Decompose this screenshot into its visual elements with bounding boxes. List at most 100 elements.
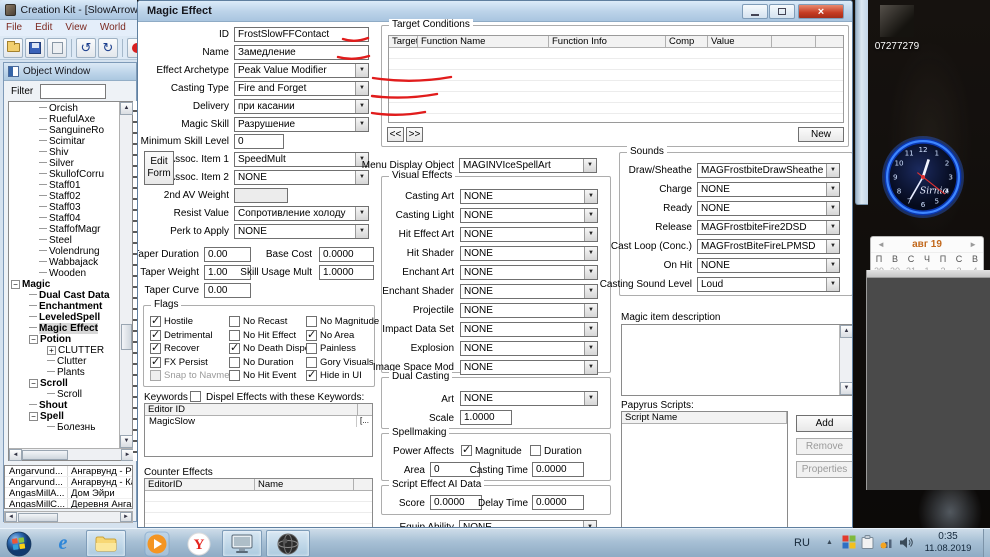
visual-effect-combo[interactable]: NONE▼	[460, 303, 598, 318]
sound-combo[interactable]: Loud▼	[697, 277, 840, 292]
keywords-header[interactable]: Editor ID	[145, 404, 358, 415]
tree-item[interactable]: Magic Effect	[9, 323, 119, 334]
flag-option[interactable]: Painless	[306, 342, 379, 356]
delivery-combo[interactable]: при касании▼	[234, 99, 369, 114]
language-indicator[interactable]: RU	[794, 537, 810, 549]
tree-item[interactable]: Shout	[9, 400, 119, 411]
tree-item[interactable]: SkullofCorru	[9, 169, 119, 180]
sound-combo[interactable]: NONE▼	[697, 258, 840, 273]
filter-input[interactable]	[40, 84, 106, 99]
tree-item[interactable]: LeveledSpell	[9, 312, 119, 323]
taskbar-media-button[interactable]	[138, 530, 176, 557]
tree-item[interactable]: −Potion	[9, 334, 119, 345]
calendar-next-icon[interactable]: ►	[969, 237, 977, 252]
object-list-row[interactable]: AngasMillA...Дом Эйри	[5, 488, 132, 499]
menu-item[interactable]: Edit	[35, 22, 52, 36]
edit-form-button[interactable]: Edit Form	[144, 151, 174, 185]
scroll-down-icon[interactable]: ▼	[840, 382, 853, 395]
taskbar-explorer-button[interactable]	[86, 530, 126, 557]
duration-checkbox[interactable]	[530, 445, 541, 456]
tree-item[interactable]: Orcish	[9, 103, 119, 114]
flag-option[interactable]: Recover	[150, 342, 229, 356]
flag-option[interactable]: No Duration	[229, 356, 306, 370]
add-script-button[interactable]: Add	[796, 415, 853, 432]
scroll-right-icon[interactable]: ►	[120, 512, 132, 522]
tree-horizontal-scrollbar[interactable]: ◄ ►	[9, 448, 134, 460]
object-list-row[interactable]: Angarvund...Ангарвунд - Рун	[5, 466, 132, 477]
tree-item[interactable]: Enchantment	[9, 301, 119, 312]
tree-item[interactable]: Staff03	[9, 202, 119, 213]
minimize-button[interactable]	[742, 4, 768, 19]
sound-combo[interactable]: NONE▼	[697, 182, 840, 197]
tree-item[interactable]: −Magic	[9, 279, 119, 290]
object-list-row[interactable]: AngasMillC...Деревня Анга -	[5, 499, 132, 509]
skill-usage-input[interactable]: 1.0000	[319, 265, 374, 280]
show-hidden-icons-icon[interactable]: ▲	[826, 539, 833, 546]
dual-scale-input[interactable]: 1.0000	[460, 410, 512, 425]
flag-option[interactable]: No Death Dispel	[229, 342, 306, 356]
tree-expander-icon[interactable]: −	[11, 280, 20, 289]
tree-item[interactable]: SanguineRo	[9, 125, 119, 136]
volume-tray-icon[interactable]	[899, 536, 913, 549]
tree-item[interactable]: Clutter	[9, 356, 119, 367]
assoc-item2-combo[interactable]: NONE▼	[234, 170, 369, 185]
menu-item[interactable]: View	[65, 22, 87, 36]
condition-column-header[interactable]	[816, 36, 843, 47]
name-input[interactable]: Замедление	[234, 45, 369, 60]
assoc-item1-combo[interactable]: SpeedMult▼	[234, 152, 369, 167]
open-button[interactable]	[3, 38, 23, 58]
scroll-down-icon[interactable]: ▼	[120, 435, 133, 448]
condition-column-header[interactable]: Function Info	[549, 36, 666, 47]
condition-column-header[interactable]: Function Name	[418, 36, 549, 47]
tree-expander-icon[interactable]: −	[29, 335, 38, 344]
scrollbar-thumb[interactable]	[121, 324, 132, 350]
visual-effect-combo[interactable]: NONE▼	[460, 265, 598, 280]
score-input[interactable]: 0.0000	[430, 495, 482, 510]
scrollbar-thumb[interactable]	[22, 450, 68, 460]
flag-option[interactable]: Gory Visuals	[306, 356, 379, 370]
dispel-checkbox[interactable]	[190, 391, 201, 402]
tree-item[interactable]: Steel	[9, 235, 119, 246]
menu-display-combo[interactable]: MAGINVIceSpellArt▼	[459, 158, 597, 173]
tree-item[interactable]: Staff02	[9, 191, 119, 202]
flag-option[interactable]: Snap to Navmesh	[150, 369, 229, 383]
scroll-left-icon[interactable]: ◄	[9, 449, 22, 461]
tree-expander-icon[interactable]: −	[29, 412, 38, 421]
taskbar-ie-button[interactable]: e	[44, 530, 82, 557]
flag-option[interactable]: Hostile	[150, 315, 229, 329]
tree-item[interactable]: Scroll	[9, 389, 119, 400]
taskbar-yandex-button[interactable]: Y	[180, 530, 218, 557]
object-window-titlebar[interactable]: Object Window	[4, 63, 136, 81]
tree-item[interactable]: Shiv	[9, 147, 119, 158]
tree-expander-icon[interactable]: −	[29, 379, 38, 388]
desktop-icon-thumbnail[interactable]	[880, 5, 914, 37]
description-textarea[interactable]: ▲ ▼	[621, 324, 853, 396]
ck-titlebar[interactable]: Creation Kit - [SlowArrow.esp	[0, 0, 137, 20]
dialog-titlebar[interactable]: Magic Effect ×	[138, 1, 852, 22]
tree-item[interactable]: Wooden	[9, 268, 119, 279]
visual-effect-combo[interactable]: NONE▼	[460, 246, 598, 261]
tree-item[interactable]: Staff04	[9, 213, 119, 224]
perk-combo[interactable]: NONE▼	[234, 224, 369, 239]
condition-column-header[interactable]: Value	[708, 36, 772, 47]
antivirus-tray-icon[interactable]	[842, 535, 856, 549]
id-input[interactable]: FrostSlowFFContact	[234, 27, 369, 42]
visual-effect-combo[interactable]: NONE▼	[460, 208, 598, 223]
delay-time-input[interactable]: 0.0000	[532, 495, 584, 510]
gray-window-titlebar[interactable]	[867, 270, 990, 278]
details-button[interactable]	[47, 38, 67, 58]
scroll-left-icon[interactable]: ◄	[5, 512, 17, 522]
redo-button[interactable]: ↻	[98, 38, 118, 58]
start-button[interactable]	[4, 530, 34, 557]
casting-type-combo[interactable]: Fire and Forget▼	[234, 81, 369, 96]
condition-column-header[interactable]	[772, 36, 816, 47]
magnitude-checkbox[interactable]	[461, 445, 472, 456]
base-cost-input[interactable]: 0.0000	[319, 247, 374, 262]
flag-option[interactable]: Hide in UI	[306, 369, 379, 383]
tree-item[interactable]: Scimitar	[9, 136, 119, 147]
visual-effect-combo[interactable]: NONE▼	[460, 284, 598, 299]
tree-item[interactable]: Staff01	[9, 180, 119, 191]
tree-item[interactable]: Wabbajack	[9, 257, 119, 268]
tree-item[interactable]: StaffofMagr	[9, 224, 119, 235]
scroll-up-icon[interactable]: ▲	[120, 102, 133, 115]
